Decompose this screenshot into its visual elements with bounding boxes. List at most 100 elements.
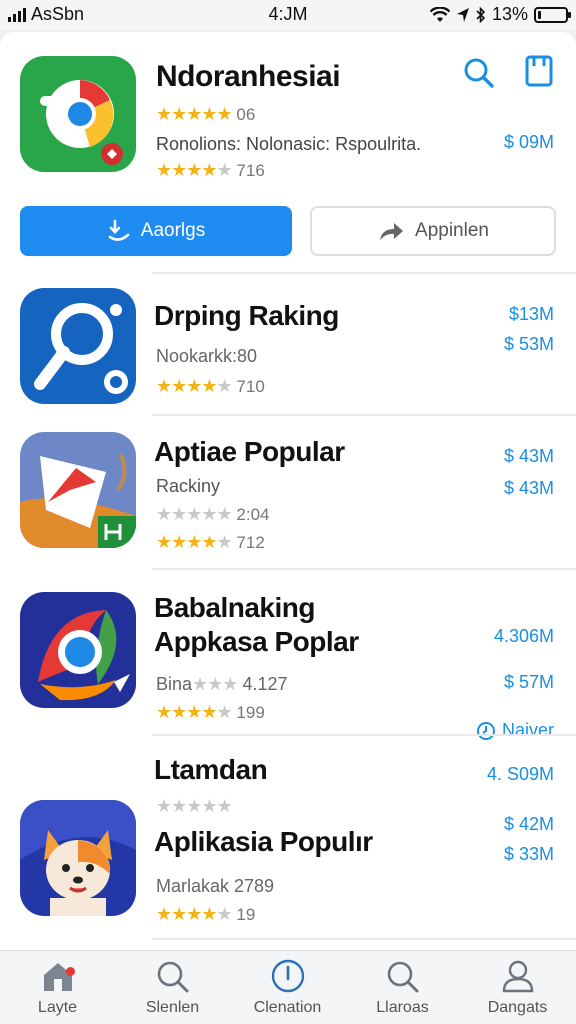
battery-fill — [538, 10, 541, 19]
share-icon — [380, 223, 404, 240]
featured-app-icon[interactable] — [20, 56, 136, 172]
divider — [152, 414, 576, 416]
app-meta: Rackiny — [156, 476, 221, 496]
tab-search-2[interactable]: Llaroas — [345, 959, 460, 1017]
search-icon — [387, 961, 418, 993]
featured-rating-2: ★★★★★ 716 — [156, 160, 265, 181]
tab-home[interactable]: Layte — [0, 959, 115, 1017]
app-rating-faded: ★★★★★ 2:04 — [156, 504, 270, 525]
app-meta: Nookarkk:80 — [156, 346, 258, 366]
app-rating-count: 2:04 — [236, 505, 270, 524]
app-rating: ★★★★★ 710 — [156, 376, 265, 397]
app-icon-aptiae[interactable] — [20, 432, 136, 548]
app-rating: ★★★★★ 199 — [156, 702, 265, 723]
star-rating-icon: ★★★★★ — [156, 532, 233, 552]
app-rating-count: 710 — [236, 377, 265, 396]
search-button[interactable] — [462, 56, 496, 90]
star-rating-icon: ★★★★★ — [156, 104, 233, 124]
featured-app: Ndoranhesiai ★★★★★ 06 Ronolions: Nolonas… — [0, 32, 576, 302]
app-name: Drping Raking — [154, 300, 339, 331]
tab-label: Clenation — [253, 999, 322, 1016]
tab-bar: Layte Slenlen Clenation Llaroas Dangats — [0, 950, 576, 1024]
list-item[interactable]: Babalnaking Appkasa Poplar Bina★★★ 4.127… — [0, 592, 576, 742]
featured-app-title: Ndoranhesiai — [156, 60, 341, 93]
star-rating-icon: ★★★★★ — [156, 504, 233, 524]
list-item[interactable]: Drping Raking Nookarkk:80 ★★★★★ 710 $13M… — [0, 288, 576, 428]
clock-icon — [476, 721, 495, 740]
tab-label: Layte — [37, 999, 78, 1016]
bluetooth-icon — [476, 6, 486, 23]
featured-rating-count-2: 716 — [236, 161, 265, 180]
search-icon — [157, 961, 188, 993]
app-price: $ 43M — [503, 446, 554, 466]
battery-percent: 13% — [491, 4, 528, 24]
waiver-link[interactable]: Naiver — [476, 720, 554, 741]
location-icon — [456, 7, 469, 22]
person-icon — [502, 960, 533, 993]
notification-badge — [66, 967, 75, 976]
app-rating: ★★★★★ 19 — [156, 904, 255, 925]
status-bar: AsSbn 4:JM 13% — [0, 0, 576, 30]
app-price-2: $ 53M — [503, 334, 554, 354]
star-rating-icon: ★★★★★ — [156, 904, 233, 924]
bookmark-button[interactable] — [522, 54, 556, 88]
home-icon — [43, 963, 72, 991]
app-name-2: Aplikasia Populır — [154, 826, 373, 857]
tab-search[interactable]: Slenlen — [115, 959, 230, 1017]
battery-icon — [534, 6, 571, 23]
app-meta: Bina★★★ 4.127 — [156, 674, 288, 695]
app-name-2: Appkasa Poplar — [154, 626, 359, 657]
bookmark-icon — [525, 55, 553, 87]
list-item[interactable]: Ltamdan ★★★★★ Aplikasia Populır Marlakak… — [0, 752, 576, 932]
app-name: Aptiae Popular — [154, 436, 345, 467]
app-icon-babalnaking[interactable] — [20, 592, 136, 708]
app-price: $13M — [508, 304, 554, 324]
app-meta: Marlakak 2789 — [156, 876, 275, 896]
share-label: Appinlen — [415, 220, 489, 241]
star-rating-icon: ★★★★★ — [156, 160, 233, 180]
app-price-2: $ 57M — [503, 672, 554, 692]
divider — [152, 938, 576, 940]
status-right: 13% — [429, 4, 571, 25]
app-rating-count: 199 — [236, 703, 265, 722]
list-item[interactable]: Aptiae Popular Rackiny ★★★★★ 2:04 ★★★★★ … — [0, 432, 576, 572]
waiver-label: Naiver — [501, 720, 554, 740]
star-rating-icon: ★★★ — [192, 674, 238, 694]
app-rating: ★★★★★ 712 — [156, 532, 265, 553]
divider — [152, 272, 576, 274]
divider — [152, 568, 576, 570]
app-icon-ltamdan[interactable] — [20, 800, 136, 916]
app-rating-count-2: 712 — [236, 533, 265, 552]
app-price-2: $ 42M — [503, 814, 554, 834]
search-icon — [464, 58, 494, 88]
app-icon-drping[interactable] — [20, 288, 136, 404]
featured-subtitle: Ronolions: Nolonasic: Rspoulrita. — [156, 134, 422, 154]
app-price: 4.306M — [493, 626, 554, 646]
download-icon — [108, 219, 130, 241]
featured-rating: ★★★★★ 06 — [156, 104, 255, 125]
divider — [152, 734, 576, 736]
tab-updates[interactable]: Clenation — [230, 959, 345, 1017]
app-price: 4. S09M — [486, 764, 554, 784]
app-meta-prefix: Bina — [156, 674, 193, 694]
app-price-2: $ 43M — [503, 478, 554, 498]
wifi-icon — [429, 6, 450, 22]
app-rating-count: 19 — [236, 905, 256, 924]
tab-label: Dangats — [487, 999, 548, 1016]
featured-price: $ 09M — [503, 132, 554, 152]
star-rating-icon: ★★★★★ — [156, 702, 233, 722]
app-rating-empty: ★★★★★ — [156, 796, 233, 817]
star-rating-icon: ★★★★★ — [156, 376, 233, 396]
app-name: Ltamdan — [154, 754, 268, 785]
tab-label: Llaroas — [376, 999, 429, 1016]
tab-label: Slenlen — [145, 999, 200, 1016]
app-price-3: $ 33M — [503, 844, 554, 864]
share-button[interactable]: Appinlen — [310, 206, 556, 256]
star-rating-icon: ★★★★★ — [156, 796, 233, 816]
app-meta-value: 4.127 — [242, 674, 288, 694]
tab-account[interactable]: Dangats — [460, 959, 575, 1017]
download-icon — [271, 959, 304, 993]
app-list-sheet: Ndoranhesiai ★★★★★ 06 Ronolions: Nolonas… — [0, 32, 576, 950]
primary-action-button[interactable]: Aaorlgs — [20, 206, 292, 256]
featured-rating-count: 06 — [236, 105, 256, 124]
